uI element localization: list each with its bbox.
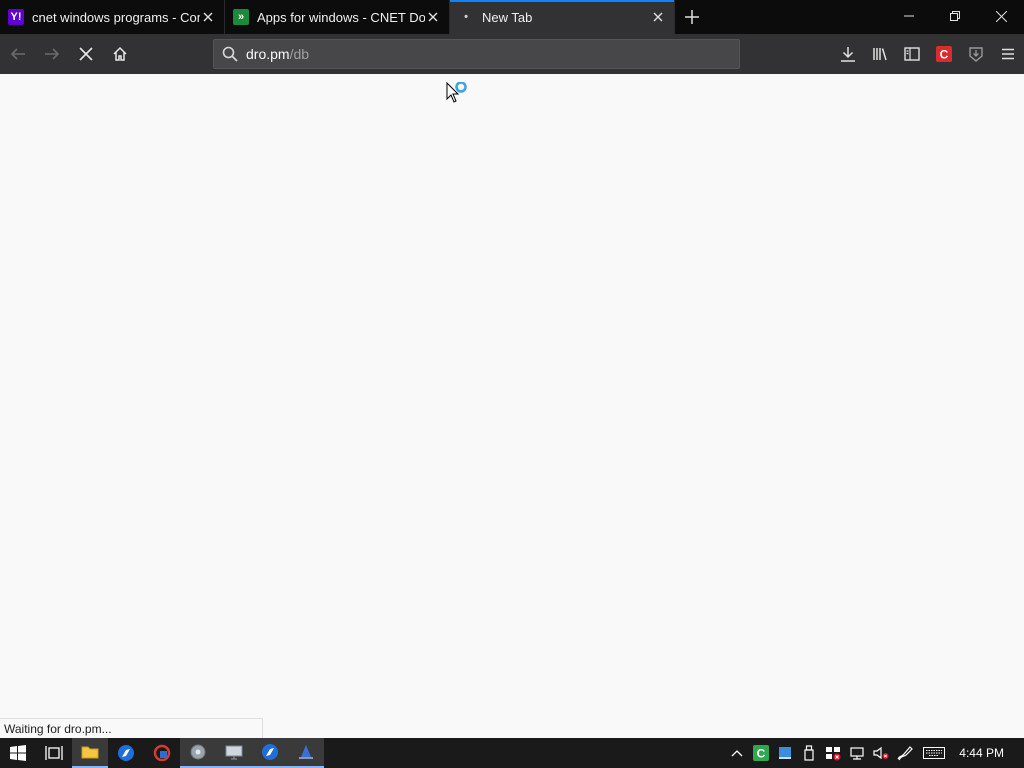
network-icon	[850, 747, 864, 760]
extension-shield-button[interactable]	[960, 38, 992, 70]
library-icon	[873, 48, 887, 61]
toolbar-buttons: C	[832, 38, 1024, 70]
keyboard-icon	[923, 747, 946, 759]
shield-download-icon	[969, 47, 983, 62]
disk-app-icon	[190, 744, 206, 760]
close-window-button[interactable]	[978, 0, 1024, 32]
tray-pen[interactable]	[893, 738, 917, 768]
svg-text:C: C	[757, 747, 766, 761]
download-icon	[841, 47, 855, 62]
loading-dot-icon: •	[464, 11, 468, 23]
taskbar-app-4[interactable]	[216, 738, 252, 768]
forward-button[interactable]	[36, 38, 68, 70]
navigation-toolbar: dro.pm/db C	[0, 34, 1024, 74]
plus-icon	[685, 10, 699, 24]
tab-title: New Tab	[482, 9, 533, 25]
window-controls	[886, 0, 1024, 34]
hamburger-menu-icon	[1002, 48, 1014, 60]
address-bar[interactable]: dro.pm/db	[213, 39, 740, 69]
sidebar-button[interactable]	[896, 38, 928, 70]
tray-volume[interactable]	[869, 738, 893, 768]
status-panel: Waiting for dro.pm...	[0, 718, 263, 738]
taskbar: C 4:44 PM	[0, 738, 1024, 768]
close-tab-icon[interactable]	[200, 9, 216, 25]
back-button[interactable]	[2, 38, 34, 70]
tab-title: Apps for windows - CNET Dow	[257, 9, 425, 25]
close-icon	[995, 10, 1007, 22]
red-app-icon	[153, 744, 171, 762]
c-extension-icon: C	[936, 46, 952, 62]
new-tab-button[interactable]	[675, 0, 709, 34]
menu-button[interactable]	[992, 38, 1024, 70]
extension-c-button[interactable]: C	[928, 38, 960, 70]
sidebar-icon	[904, 47, 920, 61]
taskbar-browser-1[interactable]	[108, 738, 144, 768]
tray-network[interactable]	[845, 738, 869, 768]
usb-drive-icon	[804, 745, 814, 761]
home-icon	[113, 46, 127, 61]
tray-c-app[interactable]: C	[749, 738, 773, 768]
security-alert-icon	[826, 747, 841, 761]
tray-keyboard[interactable]	[917, 738, 951, 768]
tab-apps-for-windows[interactable]: » Apps for windows - CNET Dow	[225, 0, 450, 34]
svg-text:C: C	[940, 48, 949, 62]
url-host: dro.pm	[246, 46, 290, 62]
taskbar-clock[interactable]: 4:44 PM	[951, 746, 1024, 760]
pen-ink-icon	[897, 746, 914, 761]
close-tab-icon[interactable]	[425, 9, 441, 25]
busy-cursor-icon	[446, 82, 467, 103]
stop-button[interactable]	[70, 38, 102, 70]
browser-globe-icon	[262, 744, 278, 760]
monitor-app-icon	[225, 745, 243, 760]
tray-usb[interactable]	[797, 738, 821, 768]
close-tab-icon[interactable]	[650, 9, 666, 25]
volume-muted-icon	[873, 746, 889, 760]
tray-monitor-app[interactable]	[773, 738, 797, 768]
status-text: Waiting for dro.pm...	[4, 721, 112, 736]
downloads-button[interactable]	[832, 38, 864, 70]
minimize-button[interactable]	[886, 0, 932, 32]
yahoo-icon: Y!	[8, 9, 24, 25]
tab-new-tab[interactable]: • New Tab	[450, 0, 675, 34]
chevron-up-icon	[731, 750, 743, 757]
home-button[interactable]	[104, 38, 136, 70]
system-tray: C 4:44 PM	[725, 738, 1024, 768]
page-content: Waiting for dro.pm...	[0, 74, 1024, 738]
back-arrow-icon	[10, 48, 25, 60]
url-text: dro.pm/db	[246, 46, 309, 62]
blue-monitor-icon	[779, 747, 792, 759]
library-button[interactable]	[864, 38, 896, 70]
sail-app-icon	[299, 745, 313, 759]
url-path: /db	[289, 46, 310, 62]
taskbar-app-2[interactable]	[144, 738, 180, 768]
forward-arrow-icon	[45, 48, 60, 60]
taskbar-file-explorer[interactable]	[72, 738, 108, 768]
browser-globe-icon	[118, 745, 134, 761]
start-button[interactable]	[0, 738, 36, 768]
minimize-icon	[904, 15, 914, 17]
tab-cnet-windows-programs[interactable]: Y! cnet windows programs - Com	[0, 0, 225, 34]
taskbar-app-3[interactable]	[180, 738, 216, 768]
cnet-icon: »	[233, 9, 249, 25]
search-icon	[222, 46, 238, 62]
taskbar-app-5[interactable]	[288, 738, 324, 768]
restore-button[interactable]	[932, 0, 978, 32]
green-c-icon: C	[753, 745, 770, 761]
tab-strip: Y! cnet windows programs - Com » Apps fo…	[0, 0, 1024, 34]
tray-security[interactable]	[821, 738, 845, 768]
task-view-icon	[45, 746, 63, 760]
taskbar-browser-2[interactable]	[252, 738, 288, 768]
restore-icon	[950, 11, 960, 21]
show-hidden-icons-button[interactable]	[725, 738, 749, 768]
task-view-button[interactable]	[36, 738, 72, 768]
windows-logo-icon	[10, 745, 26, 761]
tab-title: cnet windows programs - Com	[32, 9, 200, 25]
folder-icon	[81, 746, 99, 759]
stop-icon	[79, 47, 93, 61]
